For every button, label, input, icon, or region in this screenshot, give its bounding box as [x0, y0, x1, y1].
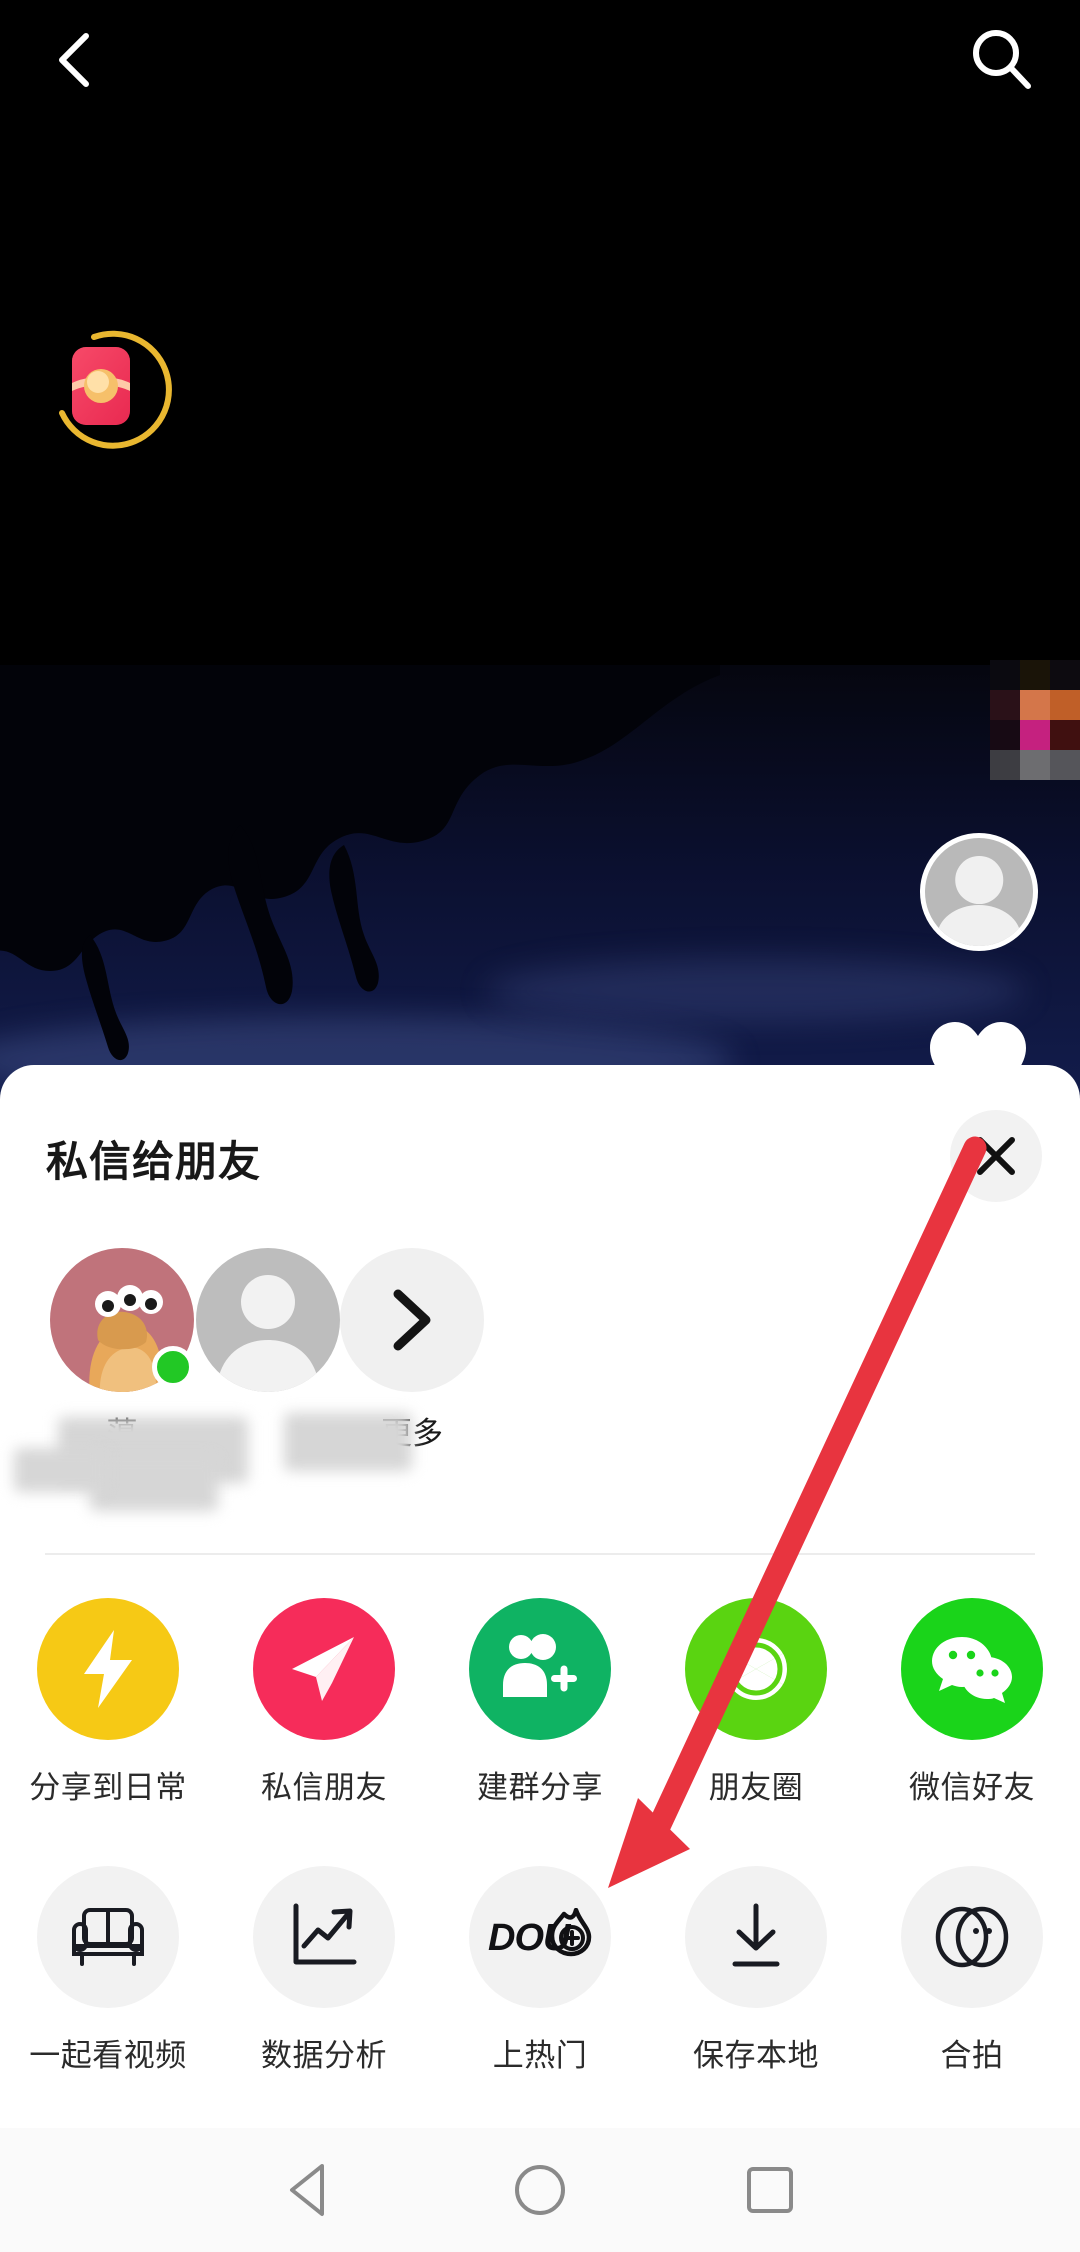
icon-bg — [469, 1598, 611, 1740]
section-divider — [45, 1553, 1035, 1555]
sofa-icon — [72, 1908, 144, 1966]
share-item-private-message[interactable]: 私信朋友 — [216, 1598, 432, 1807]
download-icon — [732, 1903, 780, 1967]
paper-plane-icon — [292, 1637, 354, 1701]
name-redaction-blur — [90, 1455, 218, 1511]
icon-bg — [901, 1866, 1043, 2008]
android-home-icon[interactable] — [508, 2158, 572, 2222]
author-avatar[interactable] — [920, 833, 1038, 951]
moments-shutter-icon — [721, 1634, 791, 1704]
share-item-label: 一起看视频 — [29, 2038, 187, 2073]
share-item-label: 私信朋友 — [261, 1770, 387, 1805]
share-item-label: 数据分析 — [261, 2038, 387, 2073]
share-item-label: 合拍 — [940, 2038, 1004, 2073]
icon-bg — [685, 1866, 827, 2008]
avatar-body — [936, 904, 1022, 946]
share-item-label: 微信好友 — [909, 1770, 1035, 1805]
android-recents-icon[interactable] — [738, 2158, 802, 2222]
share-target-row-2: 一起看视频 数据分析 DOU 上热门 保存本地 合拍 — [0, 1866, 1080, 2096]
tree-silhouette — [0, 665, 720, 1061]
share-item-dou-plus[interactable]: DOU 上热门 — [432, 1866, 648, 2075]
phone-screen: 私信给朋友 更多 分享到日常 私信朋友 建群分享 朋友圈 微信好友 一起看视频 … — [0, 0, 1080, 2252]
share-item-watch-together[interactable]: 一起看视频 — [0, 1866, 216, 2075]
icon-bg — [253, 1598, 395, 1740]
group-add-icon — [503, 1634, 577, 1697]
icon-bg — [685, 1598, 827, 1740]
android-back-icon[interactable] — [278, 2158, 342, 2222]
mosaic-redaction-block — [990, 660, 1080, 780]
duet-circles-icon — [935, 1906, 1009, 1968]
share-item-save-local[interactable]: 保存本地 — [648, 1866, 864, 2075]
share-item-daily[interactable]: 分享到日常 — [0, 1598, 216, 1807]
icon-bg — [37, 1598, 179, 1740]
name-redaction-blur — [284, 1413, 412, 1471]
icon-bg — [253, 1866, 395, 2008]
avatar-head — [955, 856, 1003, 904]
share-item-label: 朋友圈 — [708, 1770, 804, 1805]
top-bar — [0, 0, 1080, 120]
dou-plus-icon: DOU — [488, 1908, 592, 1959]
chevron-left-icon[interactable] — [44, 28, 108, 92]
share-item-label: 上热门 — [492, 2038, 588, 2073]
wechat-icon — [932, 1637, 1012, 1703]
icon-bg: DOU — [469, 1866, 611, 2008]
share-item-label: 保存本地 — [693, 2038, 819, 2073]
share-target-row-1: 分享到日常 私信朋友 建群分享 朋友圈 微信好友 — [0, 1598, 1080, 1828]
icon-bg — [37, 1866, 179, 2008]
chevron-right-icon — [393, 1289, 431, 1351]
share-item-create-group[interactable]: 建群分享 — [432, 1598, 648, 1807]
android-nav-bar — [0, 2128, 1080, 2252]
red-envelope-icon[interactable] — [48, 325, 180, 457]
line-chart-icon — [293, 1903, 357, 1965]
search-icon[interactable] — [968, 26, 1036, 94]
share-item-duet[interactable]: 合拍 — [864, 1866, 1080, 2075]
close-icon — [977, 1137, 1015, 1175]
share-item-moments[interactable]: 朋友圈 — [648, 1598, 864, 1807]
more-circle — [340, 1248, 484, 1392]
sheet-title: 私信给朋友 — [46, 1138, 262, 1185]
icon-bg — [901, 1598, 1043, 1740]
share-item-label: 建群分享 — [477, 1770, 603, 1805]
close-button[interactable] — [950, 1110, 1042, 1202]
share-item-wechat[interactable]: 微信好友 — [864, 1598, 1080, 1807]
lightning-bolt-icon — [84, 1630, 132, 1708]
share-item-label: 分享到日常 — [29, 1770, 187, 1805]
name-redaction-blur — [14, 1448, 106, 1492]
share-item-analytics[interactable]: 数据分析 — [216, 1866, 432, 2075]
